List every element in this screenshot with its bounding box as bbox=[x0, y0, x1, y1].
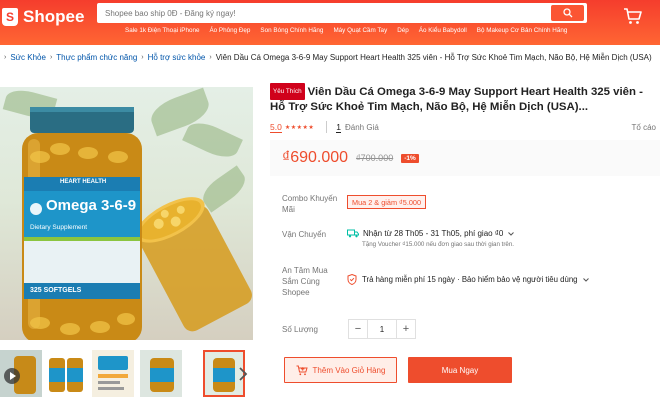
current-price: ₫690.000 bbox=[282, 149, 349, 166]
favorite-badge: Yêu Thích bbox=[270, 83, 305, 100]
price-box: ₫690.000 ₫700.000 -1% bbox=[270, 140, 660, 176]
truck-icon bbox=[347, 229, 359, 238]
thumbnail-image[interactable] bbox=[92, 350, 134, 397]
combo-promo-badge[interactable]: Mua 2 & giảm ₫5.000 bbox=[347, 195, 427, 209]
breadcrumb-link[interactable]: Thực phẩm chức năng bbox=[56, 53, 137, 62]
discount-badge: -1% bbox=[401, 153, 419, 163]
breadcrumb-link[interactable]: Hỗ trợ sức khỏe bbox=[148, 53, 206, 62]
top-header: Shopee Sale 1k Điện Thoại iPhone Áo Phôn… bbox=[0, 0, 660, 45]
assurance-value: Trả hàng miễn phí 15 ngày · Bảo hiểm bảo… bbox=[362, 275, 578, 284]
search-suggestion[interactable]: Áo Kiểu Babydoll bbox=[419, 27, 467, 34]
breadcrumb-separator: › bbox=[209, 53, 212, 61]
buy-now-label: Mua Ngay bbox=[441, 365, 479, 375]
shipping-info[interactable]: Nhận từ 28 Th05 - 31 Th05, phí giao ₫0 bbox=[347, 229, 515, 238]
assurance-info[interactable]: Trả hàng miễn phí 15 ngày · Bảo hiểm bảo… bbox=[347, 274, 590, 285]
breadcrumb-separator: › bbox=[49, 53, 53, 61]
quantity-decrease-button[interactable]: − bbox=[349, 320, 367, 338]
add-cart-icon bbox=[296, 365, 308, 375]
search-suggestion[interactable]: Son Bóng Chính Hãng bbox=[260, 27, 323, 34]
review-label: Đánh Giá bbox=[344, 122, 379, 132]
add-to-cart-label: Thêm Vào Giỏ Hàng bbox=[312, 365, 386, 375]
breadcrumb: › Sức Khỏe › Thực phẩm chức năng › Hỗ tr… bbox=[0, 51, 652, 63]
quantity-input[interactable]: 1 bbox=[367, 320, 397, 338]
bottle-product-text: Omega 3-6-9 bbox=[46, 197, 137, 214]
quantity-label: Số Lượng bbox=[282, 325, 318, 334]
quantity-increase-button[interactable]: + bbox=[397, 320, 415, 338]
search-suggestion[interactable]: Áo Phông Đẹp bbox=[209, 27, 250, 34]
search-button[interactable] bbox=[551, 5, 584, 21]
breadcrumb-current: Viên Dầu Cá Omega 3-6-9 May Support Hear… bbox=[215, 52, 652, 62]
rating-stars: ★★★★★ bbox=[284, 124, 315, 131]
search-suggestion[interactable]: Máy Quạt Cầm Tay bbox=[333, 27, 387, 34]
review-count[interactable]: 1 bbox=[336, 122, 341, 133]
report-link[interactable]: Tố cáo bbox=[632, 123, 656, 132]
thumbnail-art bbox=[92, 350, 134, 397]
chevron-right-icon[interactable] bbox=[237, 365, 249, 383]
thumbnail-art bbox=[45, 350, 87, 397]
assurance-label: An Tâm Mua Sắm Cùng Shopee bbox=[282, 266, 328, 297]
thumbnail-image[interactable] bbox=[45, 350, 87, 397]
bottle-sub-text: Dietary Supplement bbox=[30, 224, 88, 231]
search-bar bbox=[97, 3, 587, 23]
quantity-stepper: − 1 + bbox=[348, 319, 416, 339]
breadcrumb-separator: › bbox=[141, 53, 144, 61]
logo-text: Shopee bbox=[23, 7, 85, 26]
breadcrumb-separator: › bbox=[4, 53, 7, 61]
search-icon bbox=[562, 8, 572, 18]
shipping-voucher-note: Tặng Voucher ₫15.000 nếu đơn giao sau th… bbox=[362, 241, 514, 248]
thumbnail-art bbox=[140, 350, 182, 397]
search-suggestions: Sale 1k Điện Thoại iPhone Áo Phông Đẹp S… bbox=[125, 27, 567, 34]
rating-row: 5.0 ★★★★★ 1 Đánh Giá Tố cáo bbox=[270, 121, 660, 133]
rating-score[interactable]: 5.0 bbox=[270, 122, 282, 133]
shield-icon bbox=[347, 274, 357, 285]
bottle-brand-text: HEART HEALTH bbox=[60, 179, 107, 185]
search-suggestion[interactable]: Dép bbox=[397, 27, 409, 34]
shipping-value: Nhận từ 28 Th05 - 31 Th05, phí giao ₫0 bbox=[363, 229, 504, 238]
original-price: ₫700.000 bbox=[356, 153, 394, 163]
chevron-down-icon bbox=[582, 277, 589, 282]
product-title: Viên Dầu Cá Omega 3-6-9 May Support Hear… bbox=[270, 86, 643, 113]
shopee-bag-icon bbox=[2, 8, 18, 26]
search-suggestion[interactable]: Sale 1k Điện Thoại iPhone bbox=[125, 27, 199, 34]
chevron-down-icon bbox=[508, 231, 515, 236]
thumbnail-image[interactable] bbox=[140, 350, 182, 397]
add-to-cart-button[interactable]: Thêm Vào Giỏ Hàng bbox=[284, 357, 397, 383]
video-thumbnail-art bbox=[0, 350, 42, 397]
cart-icon[interactable] bbox=[623, 7, 643, 25]
shipping-label: Vận Chuyển bbox=[282, 230, 327, 239]
thumbnail-video[interactable] bbox=[0, 350, 42, 397]
combo-label: Combo Khuyến Mãi bbox=[282, 194, 338, 214]
buy-now-button[interactable]: Mua Ngay bbox=[408, 357, 512, 383]
product-title-block: Yêu Thích Viên Dầu Cá Omega 3-6-9 May Sup… bbox=[270, 83, 660, 115]
search-suggestion[interactable]: Bộ Makeup Cơ Bản Chính Hãng bbox=[477, 27, 568, 34]
shopee-logo[interactable]: Shopee bbox=[0, 6, 84, 28]
search-input[interactable] bbox=[97, 3, 547, 23]
bottle-count-text: 325 SOFTGELS bbox=[30, 287, 82, 294]
breadcrumb-link[interactable]: Sức Khỏe bbox=[10, 53, 46, 62]
product-main-image[interactable]: HEART HEALTH Omega 3-6-9 Dietary Supplem… bbox=[0, 87, 253, 340]
divider bbox=[326, 121, 328, 133]
